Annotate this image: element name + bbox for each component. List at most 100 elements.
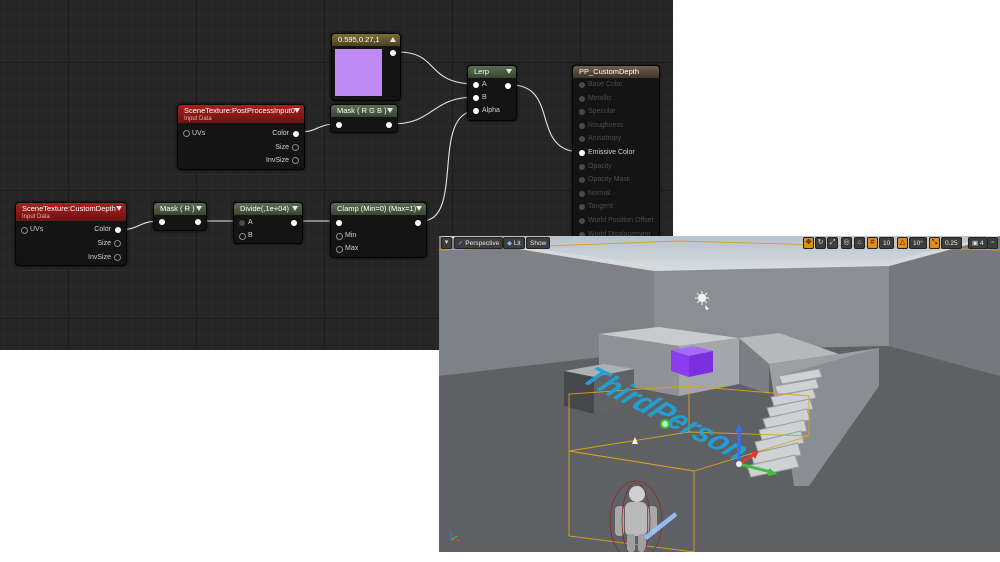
input-label-normal: Normal (588, 190, 611, 197)
sphere-reflection-icon (660, 419, 670, 429)
input-pin-metallic[interactable] (579, 96, 585, 102)
invsize-output-pin[interactable] (114, 254, 121, 261)
input-label-world-position-offset: World Position Offset (588, 217, 654, 224)
constant3vector-node-header: 0.595,0.27,1 (332, 34, 400, 46)
color-output-label: Color (272, 130, 289, 137)
uvs-input-pin[interactable] (183, 130, 190, 137)
wire-clamp-to-lerp-alpha (421, 110, 477, 222)
invsize-output-pin[interactable] (292, 157, 299, 164)
scale-snap-label: 0.25 (945, 240, 958, 247)
size-output-label: Size (275, 144, 289, 151)
input-pin-opacity-mask[interactable] (579, 177, 585, 183)
collapse-arrow-icon[interactable] (390, 37, 396, 42)
divide-input-b-label: B (248, 232, 253, 239)
mask-rgb-header: Mask ( R G B ) (331, 105, 397, 117)
lerp-input-b-label: B (482, 94, 487, 101)
rotate-mode-icon[interactable]: ↻ (815, 237, 826, 249)
grid-snap-label: 10 (883, 240, 891, 247)
constant3vector-node[interactable]: 0.595,0.27,1 (331, 33, 401, 101)
scene-texture-customdepth-node[interactable]: SceneTexture:CustomDepth Input Data UVs C… (15, 202, 127, 266)
show-button[interactable]: Show (526, 237, 551, 249)
divide-input-a-pin[interactable] (239, 220, 245, 226)
input-pin-emissive-color[interactable] (579, 150, 585, 156)
scale-snap-value[interactable]: 0.25 (941, 237, 962, 249)
lerp-input-a-label: A (482, 81, 487, 88)
input-label-emissive-color: Emissive Color (588, 149, 635, 156)
input-label-tangent: Tangent (588, 203, 613, 210)
clamp-max-pin[interactable] (336, 246, 343, 253)
mask-r-node[interactable]: Mask ( R ) (153, 202, 207, 231)
color-output-pin[interactable] (293, 131, 299, 137)
input-pin-base-color[interactable] (579, 82, 585, 88)
world-local-icon[interactable]: ◎ (841, 237, 852, 249)
mask-rgb-input-pin[interactable] (336, 122, 342, 128)
color-output-label: Color (94, 226, 111, 233)
collapse-arrow-icon[interactable] (116, 206, 122, 211)
output-pin[interactable] (390, 50, 396, 56)
lerp-node[interactable]: Lerp A B Alpha (467, 65, 517, 121)
collapse-arrow-icon[interactable] (387, 108, 393, 113)
divide-title: Divide(,1e+04) (240, 204, 289, 213)
uvs-input-label: UVs (192, 130, 206, 137)
color-output-pin[interactable] (115, 227, 121, 233)
translate-mode-icon[interactable]: ✥ (803, 237, 814, 249)
rotation-snap-value[interactable]: 10° (909, 237, 927, 249)
divide-output-pin[interactable] (291, 220, 297, 226)
mask-rgb-output-pin[interactable] (386, 122, 392, 128)
scene-texture-postprocess-node[interactable]: SceneTexture:PostProcessInput0 Input Data… (177, 104, 305, 170)
level-viewport[interactable]: ThirdPerson ▾ ✓ Perspective ◆ Lit Show ✥… (439, 236, 1000, 552)
collapse-arrow-icon[interactable] (506, 69, 512, 74)
lerp-input-b-pin[interactable] (473, 95, 479, 101)
scene-texture-customdepth-header: SceneTexture:CustomDepth Input Data (16, 203, 126, 221)
scale-mode-icon[interactable]: ⤢ (827, 237, 838, 249)
material-output-header: PP_CustomDepth (573, 66, 659, 78)
scale-snap-icon[interactable]: ⤡ (929, 237, 940, 249)
viewport-scene: ThirdPerson (439, 236, 1000, 552)
clamp-node[interactable]: Clamp (Min=0) (Max=1) Min Max (330, 202, 427, 258)
input-pin-roughness[interactable] (579, 123, 585, 129)
input-label-roughness: Roughness (588, 122, 624, 129)
input-pin-tangent[interactable] (579, 204, 585, 210)
divide-input-b-pin[interactable] (239, 233, 246, 240)
constant3vector-node-title: 0.595,0.27,1 (338, 35, 380, 44)
perspective-button[interactable]: ✓ Perspective (454, 237, 504, 249)
clamp-input-pin[interactable] (336, 220, 342, 226)
size-output-pin[interactable] (114, 240, 121, 247)
input-pin-opacity[interactable] (579, 164, 585, 170)
mask-rgb-title: Mask ( R G B ) (337, 106, 387, 115)
collapse-arrow-icon[interactable] (416, 206, 422, 211)
divide-node[interactable]: Divide(,1e+04) A B (233, 202, 303, 244)
input-pin-anisotropy[interactable] (579, 136, 585, 142)
size-output-pin[interactable] (292, 144, 299, 151)
rotation-snap-icon[interactable]: △ (897, 237, 908, 249)
collapse-arrow-icon[interactable] (294, 108, 300, 113)
lerp-input-a-pin[interactable] (473, 82, 479, 88)
mask-r-input-pin[interactable] (159, 219, 165, 225)
input-pin-specular[interactable] (579, 109, 585, 115)
grid-snap-value[interactable]: 10 (879, 237, 895, 249)
camera-speed-button[interactable]: ▣ 4 (968, 237, 988, 249)
clamp-min-pin[interactable] (336, 233, 343, 240)
viewport-options-dropdown[interactable]: ▾ (441, 237, 452, 249)
maximize-viewport-icon[interactable]: ▫ (987, 237, 998, 249)
input-pin-world-position-offset[interactable] (579, 218, 585, 224)
lerp-input-alpha-pin[interactable] (473, 108, 479, 114)
collapse-arrow-icon[interactable] (196, 206, 202, 211)
wire-maskrgb-to-lerp-b (391, 96, 477, 125)
input-pin-normal[interactable] (579, 191, 585, 197)
material-output-node[interactable]: PP_CustomDepth Base Color Metallic Specu… (572, 65, 660, 247)
view-mode-button[interactable]: ◆ Lit (503, 237, 525, 249)
clamp-output-pin[interactable] (415, 220, 421, 226)
divide-header: Divide(,1e+04) (234, 203, 302, 215)
uvs-input-pin[interactable] (21, 227, 28, 234)
mask-r-output-pin[interactable] (195, 219, 201, 225)
grid-snap-icon[interactable]: # (867, 237, 878, 249)
collapse-arrow-icon[interactable] (292, 206, 298, 211)
lerp-output-pin[interactable] (505, 83, 511, 89)
surface-snap-icon[interactable]: ⌂ (854, 237, 865, 249)
mask-r-header: Mask ( R ) (154, 203, 206, 215)
input-label-anisotropy: Anisotropy (588, 135, 622, 142)
mask-rgb-node[interactable]: Mask ( R G B ) (330, 104, 398, 133)
input-label-base-color: Base Color (588, 81, 623, 88)
invsize-output-label: InvSize (266, 157, 289, 164)
